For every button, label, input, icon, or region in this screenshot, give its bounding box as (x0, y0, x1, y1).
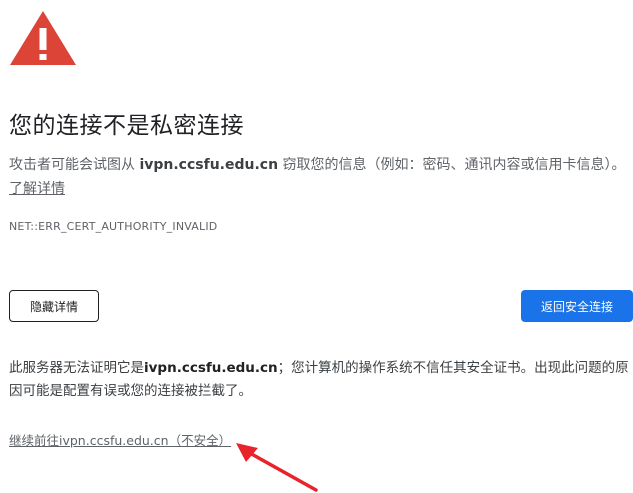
arrow-head (236, 443, 258, 462)
details-explanation: 此服务器无法证明它是ivpn.ccsfu.edu.cn；您计算机的操作系统不信任… (9, 357, 633, 403)
learn-more-link[interactable]: 了解详情 (9, 181, 65, 197)
description-suffix: 窃取您的信息（例如：密码、通讯内容或信用卡信息）。 (278, 157, 626, 173)
arrow-shaft (246, 450, 318, 492)
back-to-safety-button[interactable]: 返回安全连接 (521, 290, 633, 322)
error-code: NET::ERR_CERT_AUTHORITY_INVALID (9, 220, 218, 233)
description-domain: ivpn.ccsfu.edu.cn (139, 157, 279, 173)
details-prefix: 此服务器无法证明它是 (9, 360, 144, 376)
warning-description: 攻击者可能会试图从 ivpn.ccsfu.edu.cn 窃取您的信息（例如：密码… (9, 153, 633, 201)
details-domain: ivpn.ccsfu.edu.cn (144, 360, 278, 376)
proceed-unsafe-link[interactable]: 继续前往ivpn.ccsfu.edu.cn（不安全） (9, 430, 231, 449)
hide-details-button[interactable]: 隐藏详情 (9, 290, 99, 322)
page-title: 您的连接不是私密连接 (9, 113, 244, 139)
warning-exclamation-bar (39, 28, 47, 50)
red-arrow-icon (236, 443, 318, 492)
warning-exclamation-dot (39, 54, 47, 60)
warning-triangle-icon (10, 11, 76, 65)
description-prefix: 攻击者可能会试图从 (9, 157, 140, 173)
